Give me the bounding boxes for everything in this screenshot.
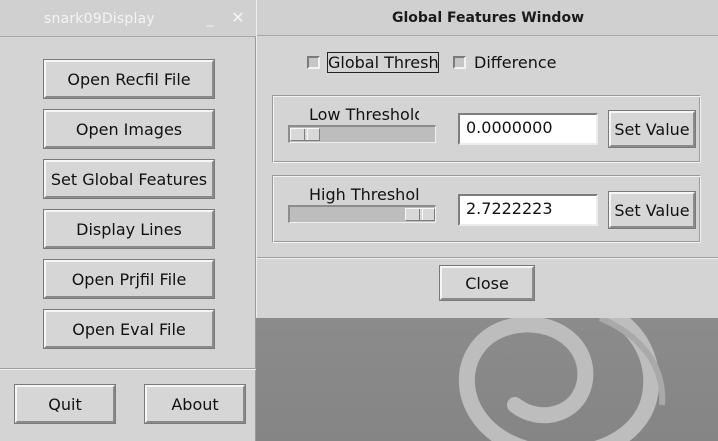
low-threshold-input[interactable]: 0.0000000 bbox=[458, 113, 598, 145]
set-global-features-button[interactable]: Set Global Features bbox=[43, 159, 215, 199]
window-title: Global Features Window bbox=[391, 10, 585, 26]
checkbox-label: Global Thresh bbox=[327, 51, 439, 73]
minimize-icon[interactable]: _ bbox=[203, 11, 217, 27]
quit-button[interactable]: Quit bbox=[14, 384, 116, 424]
divider bbox=[0, 368, 256, 370]
high-threshold-slider[interactable] bbox=[288, 205, 436, 223]
checkbox-indicator[interactable] bbox=[307, 55, 320, 69]
slider-handle[interactable] bbox=[290, 128, 320, 141]
low-threshold-label: Low Threshold bbox=[309, 105, 419, 124]
global-thresh-checkbox[interactable]: Global Thresh bbox=[307, 51, 439, 73]
about-button[interactable]: About bbox=[144, 384, 246, 424]
checkbox-indicator[interactable] bbox=[453, 55, 466, 69]
low-threshold-frame: Low Threshold 0.0000000 Set Value bbox=[272, 95, 701, 163]
left-titlebar[interactable]: snark09Display _ ✕ bbox=[0, 0, 256, 37]
high-threshold-frame: High Threshold 2.7222223 Set Value bbox=[272, 175, 701, 243]
checkbox-label: Difference bbox=[474, 52, 557, 72]
low-threshold-slider[interactable] bbox=[288, 125, 436, 143]
open-recfil-file-button[interactable]: Open Recfil File bbox=[43, 59, 215, 99]
open-eval-file-button[interactable]: Open Eval File bbox=[43, 309, 215, 349]
open-images-button[interactable]: Open Images bbox=[43, 109, 215, 149]
high-threshold-label: High Threshold bbox=[309, 185, 419, 204]
global-features-window: Global Features Window Global Thresh Dif… bbox=[256, 0, 718, 318]
right-titlebar[interactable]: Global Features Window bbox=[257, 0, 718, 36]
high-threshold-input[interactable]: 2.7222223 bbox=[458, 194, 598, 226]
slider-handle[interactable] bbox=[405, 208, 435, 221]
snark09display-window: snark09Display _ ✕ Open Recfil File Open… bbox=[0, 0, 256, 441]
close-icon[interactable]: ✕ bbox=[230, 9, 246, 27]
set-low-value-button[interactable]: Set Value bbox=[608, 110, 696, 148]
set-high-value-button[interactable]: Set Value bbox=[608, 191, 696, 229]
display-lines-button[interactable]: Display Lines bbox=[43, 209, 215, 249]
window-title: snark09Display bbox=[44, 11, 155, 27]
divider bbox=[257, 257, 718, 259]
difference-checkbox[interactable]: Difference bbox=[453, 52, 556, 72]
open-prjfil-file-button[interactable]: Open Prjfil File bbox=[43, 259, 215, 299]
close-button[interactable]: Close bbox=[439, 265, 535, 301]
